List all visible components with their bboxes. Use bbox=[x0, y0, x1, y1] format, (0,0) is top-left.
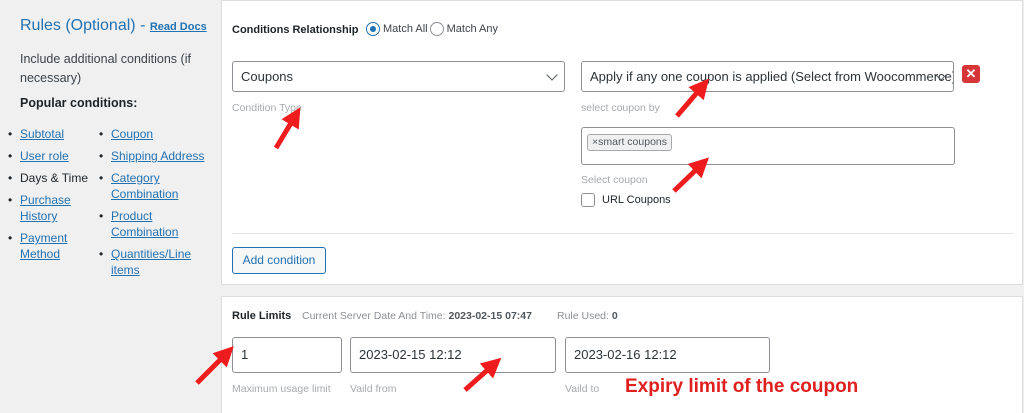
condition-link-user-role[interactable]: User role bbox=[20, 149, 69, 163]
coupon-tag-label: smart coupons bbox=[598, 136, 668, 148]
match-all-option[interactable]: Match All bbox=[366, 22, 428, 36]
condition-type-value: Coupons bbox=[241, 69, 294, 84]
condition-link-category-combination[interactable]: Category Combination bbox=[111, 171, 178, 201]
url-coupons-checkbox[interactable] bbox=[581, 193, 595, 207]
rules-description: Include additional conditions (if necess… bbox=[20, 52, 191, 85]
rule-used-label: Rule Used: bbox=[557, 310, 609, 322]
divider bbox=[232, 233, 1014, 234]
rule-used-value: 0 bbox=[611, 310, 618, 322]
condition-link-quantities[interactable]: Quantities/Line items bbox=[111, 247, 191, 277]
rules-sidebar: Rules (Optional) - Read Docs Include add… bbox=[0, 0, 218, 413]
title-dash: - bbox=[140, 17, 146, 34]
popular-conditions-col1: Subtotal User role Days & Time Purchase … bbox=[8, 126, 88, 268]
add-condition-button[interactable]: Add condition bbox=[232, 247, 326, 274]
coupon-rule-select[interactable]: Apply if any one coupon is applied (Sele… bbox=[581, 61, 954, 92]
valid-to-input[interactable]: 2023-02-16 12:12 bbox=[565, 337, 770, 373]
condition-link-product-combination[interactable]: Product Combination bbox=[111, 209, 178, 239]
condition-item-shipping-address: Shipping Address bbox=[99, 148, 209, 164]
rule-limits-panel: Rule Limits Current Server Date And Time… bbox=[221, 296, 1023, 413]
condition-item-days-time: Days & Time bbox=[8, 170, 88, 186]
condition-link-payment-method[interactable]: Payment Method bbox=[20, 231, 67, 261]
conditions-relationship-label: Conditions Relationship bbox=[232, 24, 359, 36]
max-usage-hint: Maximum usage limit bbox=[232, 383, 331, 395]
expiry-annotation: Expiry limit of the coupon bbox=[625, 376, 859, 397]
condition-type-select[interactable]: Coupons bbox=[232, 61, 565, 92]
coupon-multiselect[interactable]: ×smart coupons bbox=[581, 127, 955, 165]
condition-type-hint: Condition Type bbox=[232, 102, 302, 114]
match-radio-group: Match All Match Any bbox=[366, 22, 500, 36]
coupon-tag: ×smart coupons bbox=[587, 134, 673, 151]
match-all-radio[interactable] bbox=[366, 22, 380, 36]
server-time-label: Current Server Date And Time: bbox=[302, 310, 446, 322]
popular-conditions-col2: Coupon Shipping Address Category Combina… bbox=[99, 126, 209, 284]
condition-link-subtotal[interactable]: Subtotal bbox=[20, 127, 64, 141]
condition-item-quantities: Quantities/Line items bbox=[99, 246, 209, 278]
condition-text-days-time: Days & Time bbox=[20, 171, 89, 185]
condition-item-category-combination: Category Combination bbox=[99, 170, 209, 202]
rules-title: Rules (Optional) - Read Docs bbox=[20, 17, 207, 35]
read-docs-link[interactable]: Read Docs bbox=[150, 21, 207, 33]
condition-item-coupon: Coupon bbox=[99, 126, 209, 142]
rule-used-info: Rule Used: 0 bbox=[557, 310, 618, 322]
condition-item-product-combination: Product Combination bbox=[99, 208, 209, 240]
match-any-option[interactable]: Match Any bbox=[429, 22, 498, 36]
condition-item-subtotal: Subtotal bbox=[8, 126, 88, 142]
valid-from-input[interactable]: 2023-02-15 12:12 bbox=[350, 337, 556, 373]
condition-link-purchase-history[interactable]: Purchase History bbox=[20, 193, 71, 223]
rule-limits-label: Rule Limits bbox=[232, 310, 292, 322]
server-time-value: 2023-02-15 07:47 bbox=[448, 310, 532, 322]
max-usage-input[interactable]: 1 bbox=[232, 337, 342, 373]
url-coupons-label: URL Coupons bbox=[602, 194, 671, 206]
server-time-info: Current Server Date And Time: 2023-02-15… bbox=[302, 310, 532, 322]
condition-item-user-role: User role bbox=[8, 148, 88, 164]
coupon-rule-value: Apply if any one coupon is applied (Sele… bbox=[590, 69, 954, 84]
select-coupon-by-hint: select coupon by bbox=[581, 102, 660, 114]
conditions-panel: Conditions Relationship Match All Match … bbox=[221, 0, 1023, 285]
url-coupons-option[interactable]: URL Coupons bbox=[581, 193, 671, 207]
condition-link-coupon[interactable]: Coupon bbox=[111, 127, 153, 141]
match-any-label: Match Any bbox=[446, 23, 498, 35]
chevron-down-icon bbox=[546, 69, 558, 81]
condition-link-shipping-address[interactable]: Shipping Address bbox=[111, 149, 204, 163]
popular-conditions-label: Popular conditions: bbox=[20, 96, 138, 110]
condition-item-purchase-history: Purchase History bbox=[8, 192, 88, 224]
match-any-radio[interactable] bbox=[429, 22, 444, 36]
valid-from-hint: Vaild from bbox=[350, 383, 397, 395]
match-all-label: Match All bbox=[383, 23, 428, 35]
select-coupon-hint: Select coupon bbox=[581, 174, 648, 186]
valid-to-hint: Vaild to bbox=[565, 383, 600, 395]
rules-title-text: Rules (Optional) bbox=[20, 17, 136, 34]
condition-item-payment-method: Payment Method bbox=[8, 230, 88, 262]
remove-condition-button[interactable]: ✕ bbox=[962, 65, 980, 83]
